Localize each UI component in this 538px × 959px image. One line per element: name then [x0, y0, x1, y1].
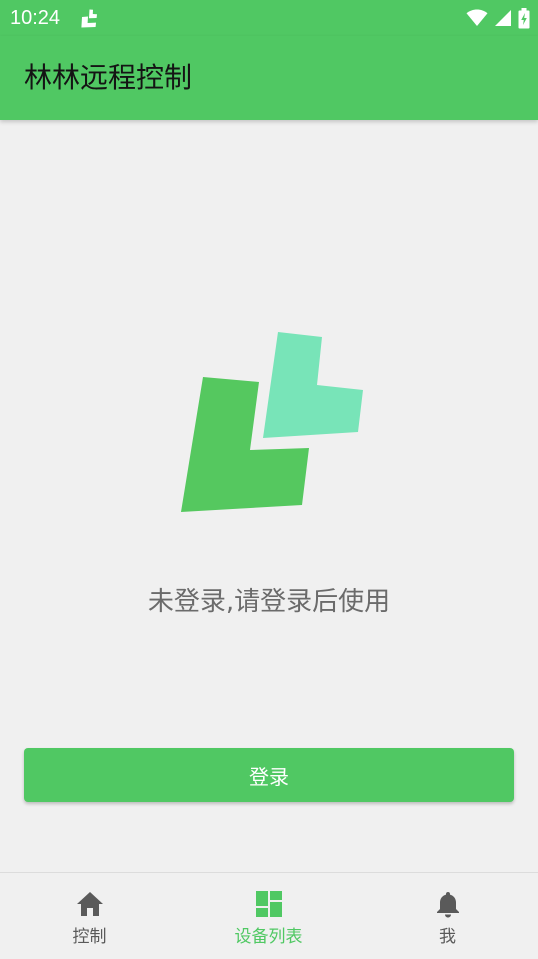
login-prompt-message: 未登录,请登录后使用	[147, 587, 391, 617]
home-icon	[76, 892, 103, 916]
cell-signal-icon	[495, 10, 511, 26]
login-button[interactable]: 登录	[24, 748, 514, 802]
nav-item-device-list[interactable]: 设备列表	[179, 873, 358, 959]
wifi-icon	[466, 9, 488, 26]
dashboard-icon	[255, 891, 282, 917]
status-bar: 10:24	[0, 0, 538, 36]
app-title: 林林远程控制	[24, 61, 193, 94]
bottom-navigation: 控制 设备列表 我	[0, 872, 538, 958]
app-bar: 林林远程控制	[0, 36, 538, 120]
status-time: 10:24	[10, 7, 61, 29]
login-button-label: 登录	[249, 764, 289, 789]
nav-item-me[interactable]: 我	[358, 873, 537, 959]
nav-item-control[interactable]: 控制	[0, 873, 179, 959]
nav-label-me: 我	[439, 927, 456, 947]
app-notification-icon	[81, 9, 97, 28]
nav-label-control: 控制	[72, 927, 107, 947]
status-icons	[466, 7, 530, 29]
app-logo-icon	[181, 332, 363, 512]
bell-icon	[436, 892, 459, 918]
battery-charging-icon	[518, 7, 530, 28]
nav-label-device-list: 设备列表	[234, 927, 303, 947]
